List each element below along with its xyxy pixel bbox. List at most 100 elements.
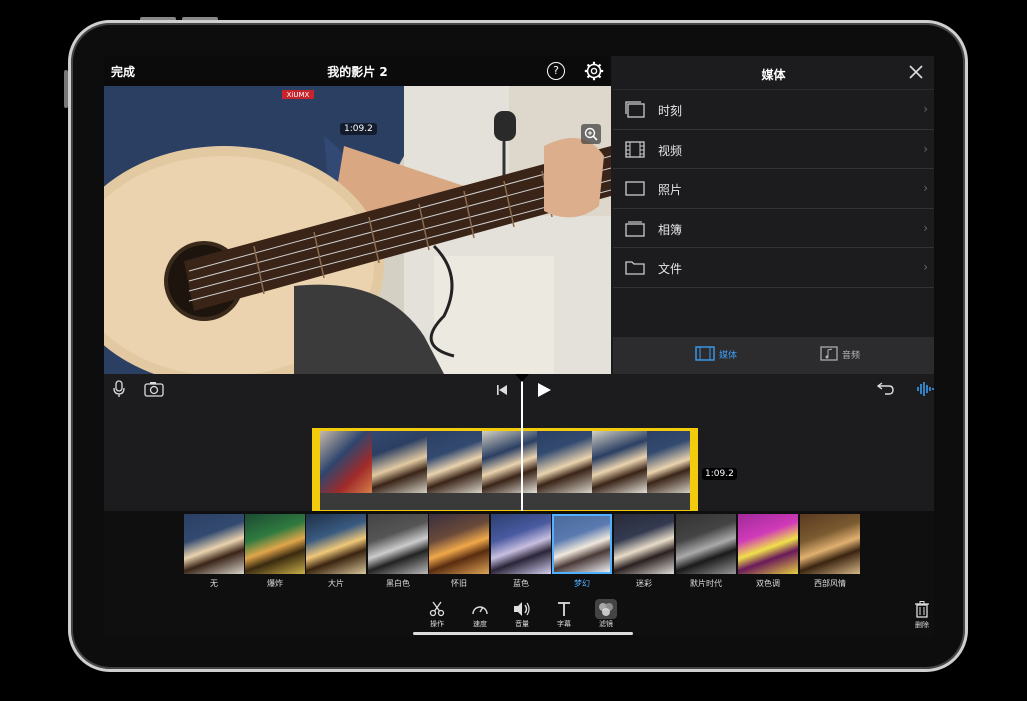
tool-label: 字幕 (557, 620, 571, 628)
media-panel-title: 媒体 (761, 68, 786, 82)
tab-audio[interactable]: 音频 (820, 346, 880, 366)
filter-thumb-blue[interactable] (491, 514, 551, 574)
tool-label: 速度 (473, 620, 487, 628)
speedometer-icon (472, 606, 488, 615)
filter-label: 迷彩 (636, 579, 652, 588)
media-item-label: 相簿 (658, 222, 683, 237)
audio-waveform-icon[interactable] (916, 381, 934, 397)
text-icon (558, 602, 570, 616)
clip-duration: 1:09.2 (702, 468, 737, 480)
trash-icon (915, 601, 929, 618)
filter-label: 大片 (328, 579, 344, 588)
undo-icon[interactable] (877, 380, 895, 396)
audio-waveform (320, 493, 690, 510)
help-icon[interactable]: ? (547, 62, 565, 80)
film-icon (695, 346, 715, 361)
clip-frame (320, 431, 372, 493)
media-item-label: 文件 (658, 262, 683, 277)
filter-thumb-vintage[interactable] (429, 514, 489, 574)
filter-label: 黑白色 (386, 579, 410, 588)
play-icon[interactable] (536, 382, 552, 398)
filter-label-selected: 梦幻 (574, 579, 590, 588)
filter-icon (599, 603, 613, 616)
zoom-icon[interactable] (581, 124, 601, 144)
filter-label: 西部风情 (814, 579, 846, 588)
filter-thumb-blockbuster[interactable] (245, 514, 305, 574)
skip-to-start-icon[interactable] (496, 384, 508, 396)
chevron-right-icon: › (923, 181, 928, 196)
filter-thumb-camo[interactable] (614, 514, 674, 574)
media-item-files[interactable]: 文件 › (613, 248, 934, 288)
tab-media[interactable]: 媒体 (695, 346, 755, 366)
filter-label: 蓝色 (513, 579, 529, 588)
scissors-icon (429, 601, 445, 617)
filter-thumb-duotone[interactable] (738, 514, 798, 574)
filter-label: 爆炸 (267, 579, 283, 588)
tool-actions[interactable]: 操作 (417, 601, 457, 629)
album-icon (625, 221, 645, 237)
clip-frame (592, 431, 647, 493)
tab-media-label: 媒体 (719, 351, 738, 361)
preview-timecode: 1:09.2 (340, 123, 377, 135)
project-title: 我的影片 2 (327, 65, 388, 79)
clip-frame (427, 431, 482, 493)
clip-frame (537, 431, 592, 493)
filter-strip: 无 爆炸 大片 黑白色 怀旧 蓝色 梦幻 迷彩 默片时代 双色调 西部风情 (104, 511, 934, 591)
clip-frame (647, 431, 690, 493)
close-icon[interactable] (908, 64, 924, 80)
video-clip[interactable] (312, 428, 698, 513)
gear-icon[interactable] (584, 61, 604, 81)
tool-label: 操作 (430, 620, 444, 628)
camera-icon[interactable] (144, 381, 164, 397)
filter-label: 无 (210, 579, 218, 588)
photo-icon (625, 181, 645, 196)
filter-thumb-bw[interactable] (368, 514, 428, 574)
filter-thumb-dreamy[interactable] (552, 514, 612, 574)
chevron-right-icon: › (923, 102, 928, 116)
playhead-marker (515, 374, 529, 382)
chevron-right-icon: › (923, 260, 928, 275)
microphone-icon[interactable] (112, 380, 126, 398)
playhead[interactable] (521, 376, 523, 516)
app-screen: 完成 我的影片 2 ? XiUMX 1:09.2 媒体 时刻 › 视频 › 照片… (104, 56, 934, 636)
clip-frame (372, 431, 427, 493)
video-preview[interactable]: XiUMX 1:09.2 (104, 86, 611, 374)
folder-icon (625, 261, 645, 276)
timeline[interactable] (104, 406, 934, 513)
filter-label: 怀旧 (451, 579, 467, 588)
chevron-right-icon: › (923, 141, 928, 156)
media-panel: 媒体 时刻 › 视频 › 照片 › 相簿 › 文件 › 媒体 音频 (613, 56, 934, 374)
tool-label: 音量 (515, 620, 529, 628)
music-note-icon (820, 346, 838, 361)
home-indicator[interactable] (413, 632, 633, 635)
chevron-right-icon: › (923, 220, 928, 235)
filter-thumb-epic[interactable] (306, 514, 366, 574)
filter-label: 双色调 (756, 579, 780, 588)
media-item-moments[interactable]: 时刻 › (613, 90, 934, 130)
tool-filters[interactable]: 滤镜 (586, 599, 626, 629)
media-item-label: 照片 (658, 183, 683, 198)
tab-audio-label: 音频 (842, 351, 861, 361)
media-tab-bar: 媒体 音频 (613, 337, 934, 374)
media-item-albums[interactable]: 相簿 › (613, 209, 934, 249)
tool-label: 滤镜 (599, 620, 613, 628)
tool-volume[interactable]: 音量 (502, 601, 542, 629)
delete-button[interactable]: 删除 (907, 601, 934, 630)
filter-thumb-none[interactable] (184, 514, 244, 574)
volume-icon (514, 602, 530, 616)
tool-speed[interactable]: 速度 (460, 601, 500, 629)
media-item-label: 时刻 (658, 104, 683, 118)
filter-thumb-silent[interactable] (676, 514, 736, 574)
clip-frame (482, 431, 537, 493)
media-item-photos[interactable]: 照片 › (613, 169, 934, 209)
media-item-video[interactable]: 视频 › (613, 130, 934, 170)
media-item-label: 视频 (658, 143, 683, 158)
delete-label: 删除 (915, 621, 929, 629)
tool-titles[interactable]: 字幕 (544, 601, 584, 629)
project-header: 完成 我的影片 2 ? (104, 56, 611, 86)
svg-text:XiUMX: XiUMX (287, 91, 310, 99)
filter-label: 默片时代 (690, 579, 722, 588)
moments-icon (625, 101, 645, 118)
film-icon (625, 140, 645, 158)
filter-thumb-western[interactable] (800, 514, 860, 574)
